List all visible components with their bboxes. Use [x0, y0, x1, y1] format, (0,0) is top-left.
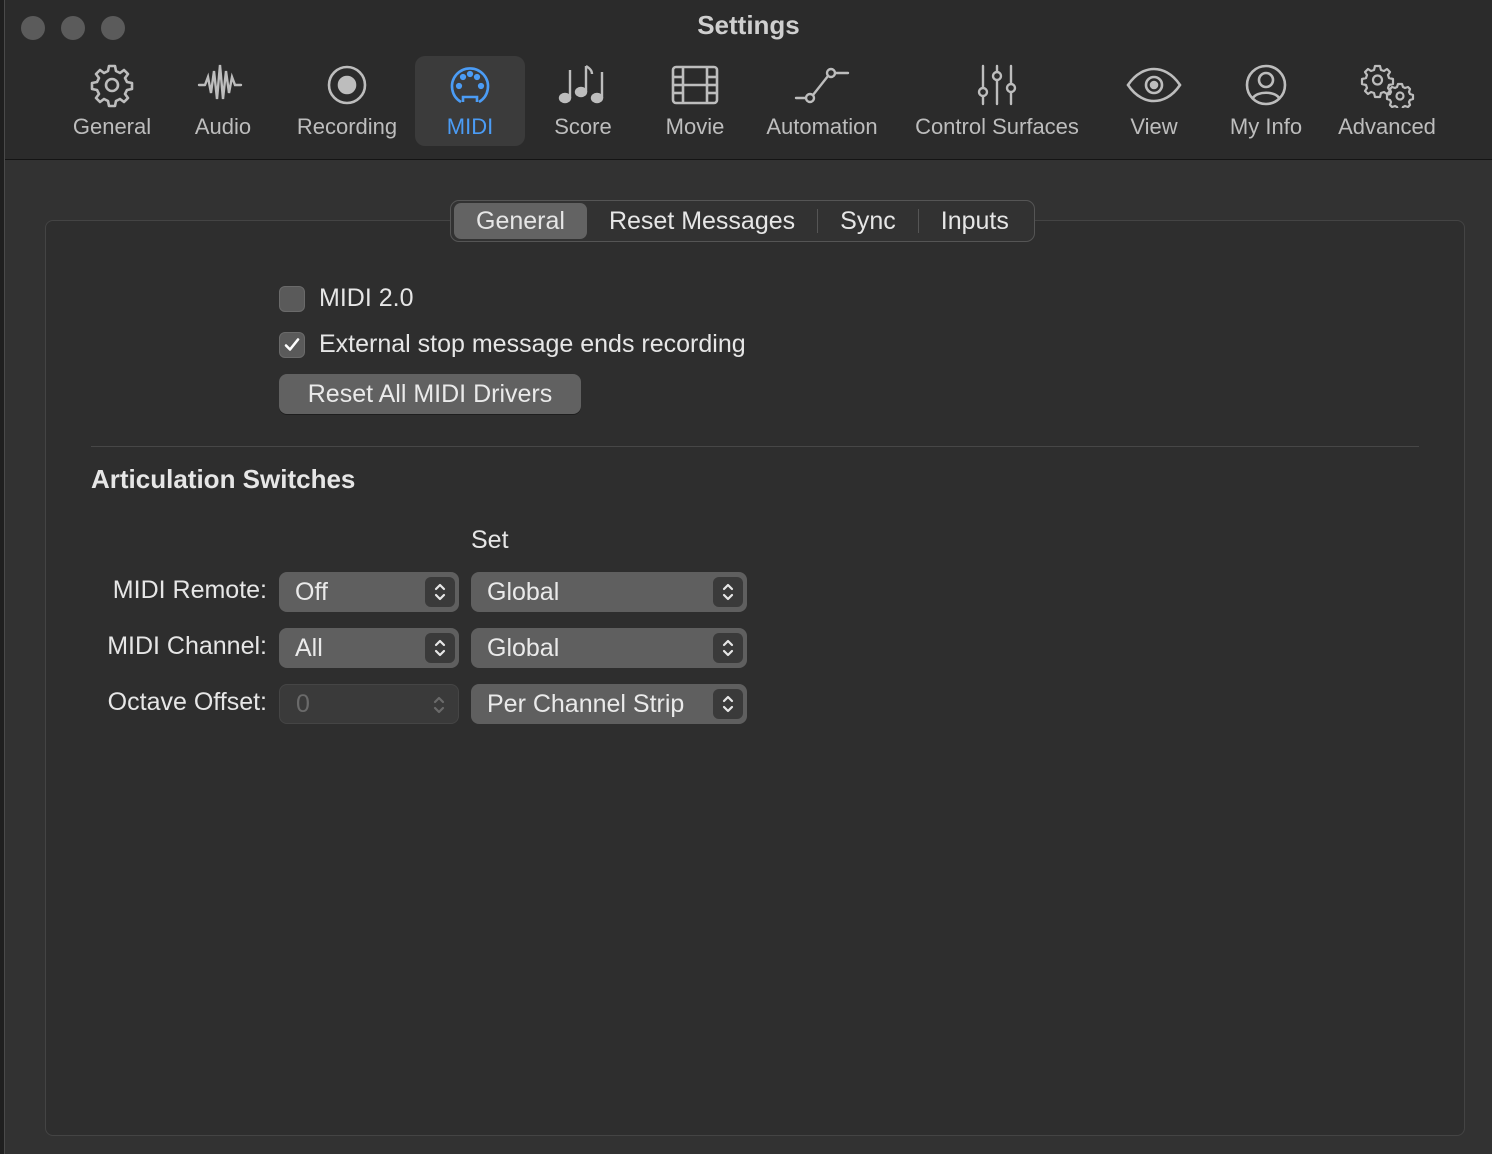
toolbar-item-score[interactable]: Score: [543, 56, 623, 146]
toolbar-item-automation[interactable]: Automation: [759, 56, 885, 146]
midi-remote-popup[interactable]: Off: [279, 572, 459, 612]
tab-inputs[interactable]: Inputs: [919, 203, 1031, 239]
toolbar-item-midi[interactable]: MIDI: [415, 56, 525, 146]
midi2-checkbox[interactable]: [279, 285, 305, 312]
toolbar-item-audio[interactable]: Audio: [185, 56, 261, 146]
external-stop-checkbox[interactable]: [279, 331, 305, 358]
waveform-icon: [197, 56, 249, 114]
tab-general[interactable]: General: [454, 203, 587, 239]
tab-sync[interactable]: Sync: [818, 203, 918, 239]
midi-remote-value: Off: [295, 577, 328, 606]
settings-window: Settings General Audio Recording MIDI Sc…: [4, 0, 1492, 1154]
toolbar-item-general[interactable]: General: [63, 56, 161, 146]
chevron-up-down-icon: [713, 689, 743, 719]
chevron-up-down-icon: [425, 633, 455, 663]
chevron-up-down-icon: [713, 577, 743, 607]
octave-offset-set-value: Per Channel Strip: [487, 689, 685, 718]
gear-icon: [89, 56, 135, 114]
octave-offset-value: 0: [296, 689, 310, 718]
toolbar-item-movie[interactable]: Movie: [653, 56, 737, 146]
settings-panel: [45, 220, 1465, 1136]
window-title: Settings: [697, 10, 800, 40]
set-column-header: Set: [471, 526, 509, 554]
midi-channel-value: All: [295, 633, 323, 662]
reset-all-midi-drivers-button[interactable]: Reset All MIDI Drivers: [279, 374, 581, 414]
section-divider: [91, 446, 1419, 447]
chevron-up-down-icon: [424, 690, 454, 720]
toolbar-label-score: Score: [554, 114, 612, 139]
record-icon: [324, 56, 370, 114]
film-icon: [671, 56, 719, 114]
toolbar-item-advanced[interactable]: Advanced: [1331, 56, 1443, 146]
midi-connector-icon: [447, 56, 493, 114]
toolbar-label-control-surfaces: Control Surfaces: [915, 114, 1079, 139]
midi-remote-label: MIDI Remote:: [112, 576, 267, 604]
sliders-icon: [977, 56, 1017, 114]
midi-channel-set-value: Global: [487, 633, 560, 662]
midi2-checkbox-row[interactable]: MIDI 2.0: [279, 284, 413, 313]
midi-subtabs: General Reset Messages Sync Inputs: [450, 200, 1035, 242]
automation-curve-icon: [794, 56, 850, 114]
chevron-up-down-icon: [425, 577, 455, 607]
checkmark-icon: [284, 337, 300, 351]
tab-reset-messages[interactable]: Reset Messages: [587, 203, 817, 239]
toolbar-label-general: General: [72, 114, 152, 139]
midi2-label: MIDI 2.0: [319, 284, 414, 312]
toolbar-label-my-info: My Info: [1229, 114, 1303, 139]
toolbar-item-control-surfaces[interactable]: Control Surfaces: [905, 56, 1089, 146]
midi-remote-set-value: Global: [487, 577, 560, 606]
articulation-switches-title: Articulation Switches: [91, 464, 356, 494]
external-stop-label: External stop message ends recording: [319, 330, 746, 358]
gears-icon: [1359, 56, 1415, 114]
toolbar-label-view: View: [1130, 114, 1178, 139]
toolbar-label-automation: Automation: [766, 114, 878, 139]
person-icon: [1243, 56, 1289, 114]
external-stop-checkbox-row[interactable]: External stop message ends recording: [279, 330, 746, 359]
toolbar-label-advanced: Advanced: [1338, 114, 1436, 139]
chevron-up-down-icon: [713, 633, 743, 663]
toolbar-label-midi: MIDI: [446, 114, 494, 139]
midi-remote-set-popup[interactable]: Global: [471, 572, 747, 612]
toolbar-item-recording[interactable]: Recording: [289, 56, 405, 146]
midi-channel-popup[interactable]: All: [279, 628, 459, 668]
octave-offset-set-popup[interactable]: Per Channel Strip: [471, 684, 747, 724]
music-notes-icon: [557, 56, 609, 114]
toolbar-label-recording: Recording: [296, 114, 398, 139]
toolbar-label-movie: Movie: [665, 114, 725, 139]
octave-offset-popup: 0: [279, 684, 459, 724]
midi-channel-label: MIDI Channel:: [107, 632, 267, 660]
toolbar-item-view[interactable]: View: [1123, 56, 1185, 146]
toolbar-label-audio: Audio: [194, 114, 252, 139]
octave-offset-label: Octave Offset:: [107, 688, 267, 716]
eye-icon: [1126, 56, 1182, 114]
toolbar-item-my-info[interactable]: My Info: [1221, 56, 1311, 146]
title-bar: Settings General Audio Recording MIDI Sc…: [5, 0, 1492, 160]
midi-channel-set-popup[interactable]: Global: [471, 628, 747, 668]
